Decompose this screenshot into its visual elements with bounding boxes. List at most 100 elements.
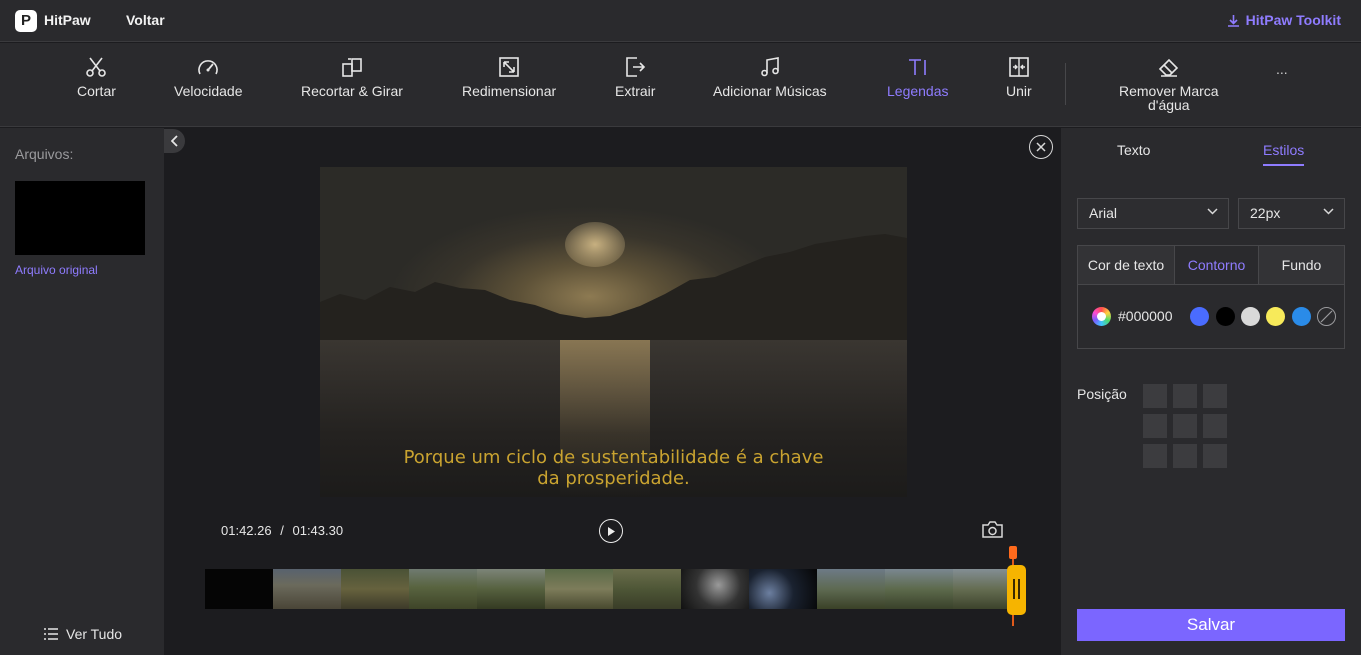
timeline-frame [273, 569, 341, 609]
timeline-frame [749, 569, 817, 609]
tool-speed[interactable]: Velocidade [174, 55, 243, 98]
view-all-label: Ver Tudo [66, 626, 123, 642]
playhead-marker[interactable] [1009, 546, 1017, 559]
tool-label: Unir [1006, 83, 1032, 99]
position-bottom-left[interactable] [1143, 444, 1167, 468]
file-name[interactable]: Arquivo original [15, 263, 98, 277]
snapshot-button[interactable] [982, 521, 1003, 543]
tool-add-music[interactable]: Adicionar Músicas [713, 55, 827, 98]
tool-merge[interactable]: Unir [1006, 55, 1032, 98]
save-button[interactable]: Salvar [1077, 609, 1345, 641]
chevron-down-icon [1207, 208, 1218, 215]
font-family-select[interactable]: Arial [1077, 198, 1229, 229]
time-display: 01:42.26 / 01:43.30 [221, 523, 343, 538]
color-settings-box: Cor de texto Contorno Fundo #000000 [1077, 245, 1345, 349]
tool-extract[interactable]: Extrair [615, 55, 655, 98]
music-note-icon [760, 57, 779, 77]
color-row: #000000 [1078, 285, 1344, 348]
tab-background[interactable]: Fundo [1259, 246, 1344, 284]
tool-cut[interactable]: Cortar [77, 55, 116, 98]
font-size-select[interactable]: 22px [1238, 198, 1345, 229]
position-middle-left[interactable] [1143, 414, 1167, 438]
tool-remove-watermark[interactable]: Remover Marca d'água [1119, 55, 1219, 112]
swatch-blue[interactable] [1190, 307, 1209, 326]
timeline-frame [341, 569, 409, 609]
app-name: HitPaw [44, 12, 91, 28]
position-bottom-right[interactable] [1203, 444, 1227, 468]
toolkit-link[interactable]: HitPaw Toolkit [1227, 12, 1341, 28]
subtitle-line-2: da prosperidade. [537, 468, 690, 489]
timeline-frame [613, 569, 681, 609]
chevron-left-icon [170, 135, 178, 147]
position-label: Posição [1077, 386, 1127, 402]
tool-subtitles[interactable]: Legendas [887, 55, 949, 98]
chevron-down-icon [1323, 208, 1334, 215]
eraser-icon [1158, 58, 1178, 77]
timeline-frame [545, 569, 613, 609]
swatch-black[interactable] [1216, 307, 1235, 326]
resize-icon [499, 57, 519, 77]
tool-label: Adicionar Músicas [713, 83, 827, 99]
position-middle-center[interactable] [1173, 414, 1197, 438]
play-button[interactable] [599, 519, 623, 543]
close-preview-button[interactable] [1029, 135, 1053, 159]
trim-handle[interactable] [1007, 565, 1026, 615]
swatch-yellow[interactable] [1266, 307, 1285, 326]
font-size-value: 22px [1250, 205, 1281, 221]
close-icon [1036, 142, 1046, 152]
files-label: Arquivos: [15, 146, 74, 162]
list-icon [44, 628, 58, 640]
more-tools-button[interactable]: ... [1276, 61, 1288, 77]
position-grid [1143, 384, 1227, 468]
position-middle-right[interactable] [1203, 414, 1227, 438]
scissors-icon [86, 57, 107, 77]
position-bottom-center[interactable] [1173, 444, 1197, 468]
tool-label: Cortar [77, 83, 116, 99]
swatch-light-gray[interactable] [1241, 307, 1260, 326]
timeline-filmstrip[interactable] [205, 569, 1021, 609]
camera-icon [982, 521, 1003, 538]
view-all-button[interactable]: Ver Tudo [44, 626, 122, 642]
hex-value: #000000 [1118, 308, 1173, 324]
tool-label: Redimensionar [462, 83, 557, 99]
video-preview[interactable]: Porque um ciclo de sustentabilidade é a … [320, 167, 907, 497]
hitpaw-logo-icon: P [15, 10, 37, 32]
subtitle-overlay[interactable]: Porque um ciclo de sustentabilidade é a … [320, 447, 907, 489]
tool-resize[interactable]: Redimensionar [462, 55, 556, 98]
tool-label: Velocidade [174, 83, 243, 99]
position-top-right[interactable] [1203, 384, 1227, 408]
timeline-frame [885, 569, 953, 609]
back-button[interactable]: Voltar [126, 12, 165, 28]
tool-label: Extrair [615, 83, 656, 99]
file-thumbnail[interactable] [15, 181, 145, 255]
tab-styles[interactable]: Estilos [1263, 142, 1305, 166]
tab-text-color[interactable]: Cor de texto [1078, 246, 1175, 284]
timeline-frame [681, 569, 749, 609]
position-top-left[interactable] [1143, 384, 1167, 408]
download-icon [1227, 14, 1239, 27]
export-icon [626, 57, 646, 77]
tab-text[interactable]: Texto [1117, 142, 1150, 158]
speedometer-icon [198, 60, 219, 75]
total-time: 01:43.30 [292, 523, 344, 538]
position-top-center[interactable] [1173, 384, 1197, 408]
time-separator: / [280, 523, 284, 538]
swatch-sky-blue[interactable] [1292, 307, 1311, 326]
tool-crop-rotate[interactable]: Recortar & Girar [301, 55, 403, 98]
subtitle-text-icon [908, 59, 926, 75]
timeline-frame [205, 569, 273, 609]
current-time: 01:42.26 [221, 523, 272, 538]
merge-icon [1009, 57, 1029, 77]
feature-toolbar: Cortar Velocidade Recortar & Girar Redim… [0, 43, 1361, 127]
crop-rotate-icon [342, 58, 362, 77]
tab-outline[interactable]: Contorno [1175, 246, 1259, 284]
files-panel: Arquivos: Arquivo original Ver Tudo [0, 128, 164, 655]
no-color-icon[interactable] [1317, 307, 1336, 326]
timeline-frame [409, 569, 477, 609]
tool-label: Remover Marca d'água [1119, 83, 1219, 113]
font-family-value: Arial [1089, 205, 1118, 221]
top-bar: P HitPaw Voltar HitPaw Toolkit [0, 0, 1361, 42]
color-wheel-icon[interactable] [1092, 307, 1111, 326]
style-panel: Texto Estilos Arial 22px Cor de texto Co… [1061, 128, 1361, 655]
toolbar-divider [1065, 63, 1066, 105]
